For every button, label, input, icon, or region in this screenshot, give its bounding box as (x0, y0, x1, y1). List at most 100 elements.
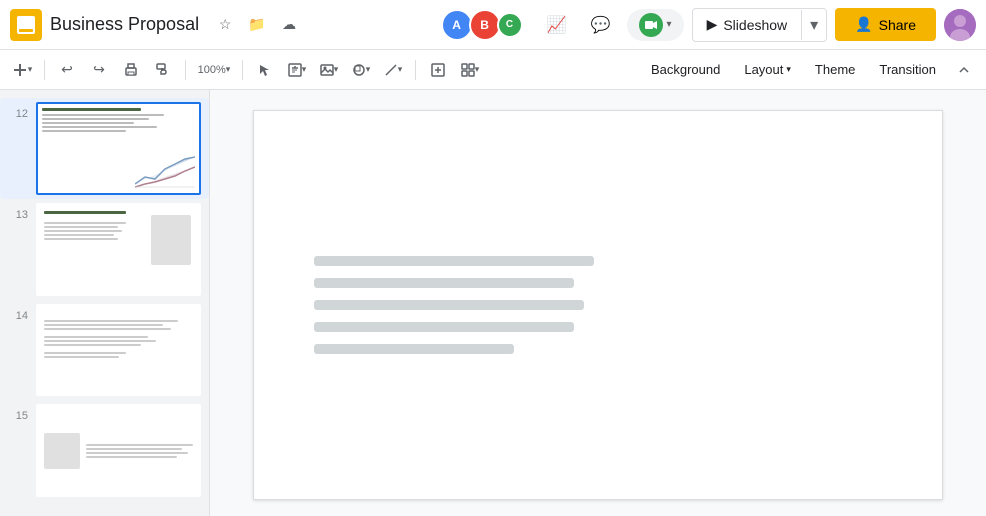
toolbar-sep-3 (242, 60, 243, 80)
transition-button[interactable]: Transition (869, 58, 946, 81)
layout-button[interactable]: Layout ▾ (734, 58, 801, 81)
text-chevron-icon: ▾ (302, 64, 307, 75)
avatar-group: A B C (441, 9, 523, 41)
add-chevron-icon: ▾ (28, 64, 33, 75)
slide-thumb-13[interactable] (36, 203, 201, 296)
image-icon (320, 63, 334, 77)
paint-icon (156, 63, 170, 77)
slide-item-15[interactable]: 15 (0, 400, 209, 501)
video-icon (644, 18, 658, 32)
insert-slide-button[interactable] (424, 56, 452, 84)
layout-view-chevron-icon: ▾ (475, 64, 480, 75)
canvas-line-2 (314, 278, 574, 288)
line-chevron-icon: ▾ (398, 64, 403, 75)
slide-thumb-12[interactable]: _ _ _ (36, 102, 201, 195)
slideshow-button-group: ▶ Slideshow ▾ (692, 8, 828, 42)
collapse-toolbar-button[interactable] (950, 56, 978, 84)
add-slide-button[interactable]: ▾ (8, 56, 36, 84)
avatar-1[interactable]: A (441, 9, 473, 41)
folder-icon[interactable]: 📁 (243, 11, 271, 39)
slideshow-button[interactable]: ▶ Slideshow (693, 10, 802, 39)
text-box-icon (288, 63, 302, 77)
canvas-line-4 (314, 322, 574, 332)
toolbar-sep-2 (185, 60, 186, 80)
header-icons: ☆ 📁 ☁ (211, 11, 303, 39)
comment-button[interactable]: 💬 (583, 7, 619, 43)
canvas-line-3 (314, 300, 584, 310)
slide-number-14: 14 (8, 304, 28, 322)
thumb-content-12: _ _ _ (38, 104, 199, 193)
avatar-2[interactable]: B (469, 9, 501, 41)
cloud-icon[interactable]: ☁ (275, 11, 303, 39)
canvas-line-1 (314, 256, 594, 266)
canvas-line-5 (314, 344, 514, 354)
redo-button[interactable]: ↪ (85, 56, 113, 84)
slide-number-12: 12 (8, 102, 28, 120)
zoom-button[interactable]: 100% ▾ (194, 56, 234, 84)
slide-number-15: 15 (8, 404, 28, 422)
shape-tool-button[interactable]: ▾ (347, 56, 375, 84)
chevron-down-icon: ▾ (810, 15, 818, 35)
line-tool-button[interactable]: ▾ (379, 56, 407, 84)
print-button[interactable] (117, 56, 145, 84)
shape-chevron-icon: ▾ (366, 64, 371, 75)
zoom-chevron-icon: ▾ (226, 64, 231, 75)
layout-view-button[interactable]: ▾ (456, 56, 484, 84)
line-icon (384, 63, 398, 77)
trend-button[interactable]: 📈 (539, 7, 575, 43)
add-icon (12, 62, 28, 78)
slide-options: Background Layout ▾ Theme Transition (641, 58, 946, 81)
canvas-area[interactable] (210, 90, 986, 516)
share-label: Share (879, 17, 916, 33)
slide-number-13: 13 (8, 203, 28, 221)
meet-chevron: ▾ (667, 19, 672, 30)
toolbar-sep-4 (415, 60, 416, 80)
slide-canvas[interactable] (253, 110, 943, 500)
slide-panel[interactable]: 12 (0, 90, 210, 516)
slide-thumb-15[interactable] (36, 404, 201, 497)
undo-button[interactable]: ↩ (53, 56, 81, 84)
app-icon[interactable] (10, 9, 42, 41)
toolbar: ▾ ↩ ↪ 100% ▾ ▾ (0, 50, 986, 90)
toolbar-sep-1 (44, 60, 45, 80)
slideshow-dropdown-button[interactable]: ▾ (802, 9, 826, 41)
insert-slide-icon (431, 63, 445, 77)
meet-icon (639, 13, 663, 37)
app-icon-inner (17, 16, 35, 34)
cursor-tool-button[interactable] (251, 56, 279, 84)
grid-icon (461, 63, 475, 77)
share-button[interactable]: 👤 Share (835, 8, 936, 41)
thumb-box-13 (151, 215, 191, 265)
star-icon[interactable]: ☆ (211, 11, 239, 39)
thumb-box-15 (44, 433, 80, 469)
layout-label: Layout (744, 62, 783, 77)
thumb-lines-15 (86, 444, 193, 458)
paint-format-button[interactable] (149, 56, 177, 84)
slide-item-12[interactable]: 12 (0, 98, 209, 199)
slide-thumb-14[interactable] (36, 304, 201, 397)
thumb-content-13 (38, 205, 199, 294)
layout-chevron-icon: ▾ (786, 64, 791, 75)
print-icon (124, 63, 138, 77)
image-chevron-icon: ▾ (334, 64, 339, 75)
text-tool-button[interactable]: ▾ (283, 56, 311, 84)
chevron-up-icon (957, 63, 971, 77)
share-icon: 👤 (855, 16, 872, 33)
slide-item-13[interactable]: 13 (0, 199, 209, 300)
user-photo (944, 9, 976, 41)
zoom-label: 100% (198, 64, 226, 76)
main-layout: 12 (0, 90, 986, 516)
thumb-content-15 (38, 406, 199, 495)
image-tool-button[interactable]: ▾ (315, 56, 343, 84)
thumb-chart-12: _ _ _ (135, 149, 195, 189)
slide-item-14[interactable]: 14 (0, 300, 209, 401)
cursor-icon (258, 63, 272, 77)
doc-title[interactable]: Business Proposal (50, 14, 199, 35)
canvas-content (314, 256, 594, 354)
background-button[interactable]: Background (641, 58, 730, 81)
thumb-content-14 (38, 306, 199, 395)
user-avatar[interactable] (944, 9, 976, 41)
meet-button[interactable]: ▾ (627, 9, 684, 41)
theme-button[interactable]: Theme (805, 58, 865, 81)
avatar-3[interactable]: C (497, 12, 523, 38)
